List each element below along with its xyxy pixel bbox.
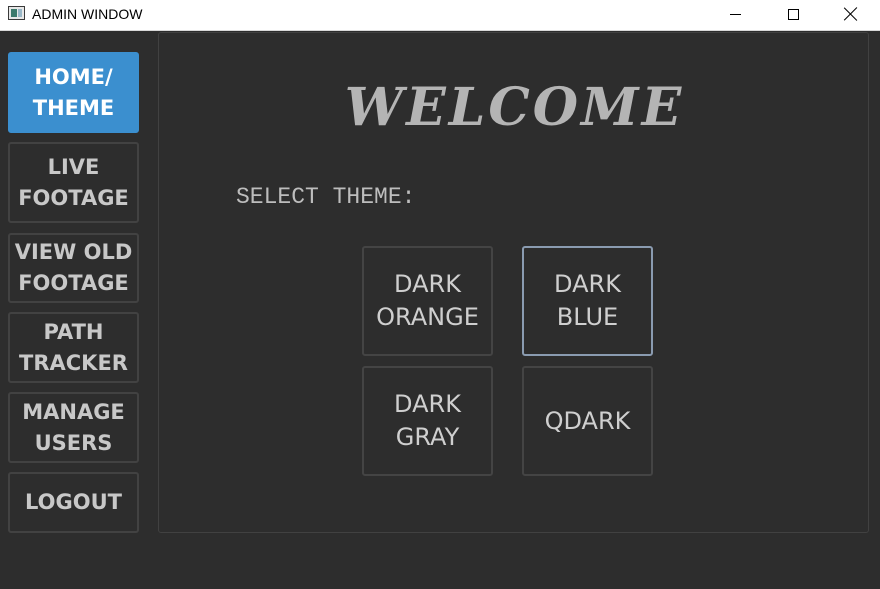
select-theme-label: SELECT THEME: — [236, 184, 416, 210]
nav-manage-users-button[interactable]: MANAGE USERS — [8, 392, 139, 463]
minimize-icon — [729, 13, 741, 15]
title-bar[interactable]: ADMIN WINDOW — [0, 0, 880, 31]
theme-dark-blue-button[interactable]: DARK BLUE — [522, 246, 653, 356]
theme-dark-orange-button[interactable]: DARK ORANGE — [362, 246, 493, 356]
nav-view-old-footage-button[interactable]: VIEW OLD FOOTAGE — [8, 233, 139, 303]
nav-logout-button[interactable]: LOGOUT — [8, 472, 139, 533]
theme-dark-gray-button[interactable]: DARK GRAY — [362, 366, 493, 476]
welcome-heading: WELCOME — [344, 77, 685, 138]
close-icon — [844, 7, 858, 21]
theme-qdark-button[interactable]: QDARK — [522, 366, 653, 476]
maximize-button[interactable] — [764, 0, 822, 28]
app-window-icon — [8, 6, 25, 20]
nav-path-tracker-button[interactable]: PATH TRACKER — [8, 312, 139, 383]
minimize-button[interactable] — [706, 0, 764, 28]
main-panel: WELCOME SELECT THEME: DARK ORANGE DARK B… — [158, 32, 869, 533]
nav-live-footage-button[interactable]: LIVE FOOTAGE — [8, 142, 139, 223]
nav-home-theme-button[interactable]: HOME/ THEME — [8, 52, 139, 133]
maximize-icon — [787, 8, 799, 20]
window-title: ADMIN WINDOW — [32, 6, 143, 22]
close-button[interactable] — [822, 0, 880, 28]
